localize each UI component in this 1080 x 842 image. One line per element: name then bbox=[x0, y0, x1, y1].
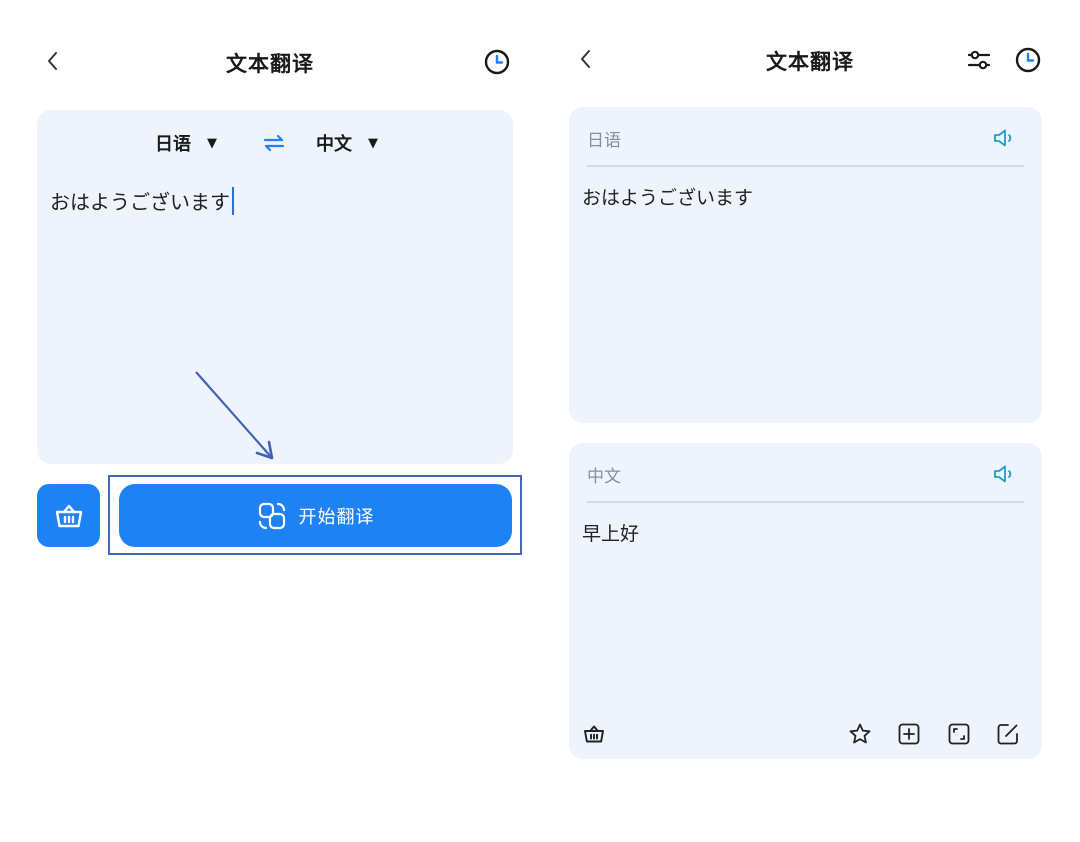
back-button[interactable] bbox=[573, 46, 599, 72]
history-button[interactable] bbox=[1013, 45, 1043, 75]
page-title: 文本翻译 bbox=[226, 52, 314, 76]
source-language-select[interactable]: 日语 ▼ bbox=[155, 128, 217, 158]
fullscreen-icon bbox=[948, 723, 970, 745]
language-bar: 日语 ▼ 中文 ▼ bbox=[37, 128, 513, 158]
header: 文本翻译 bbox=[0, 36, 540, 86]
start-translate-button[interactable]: 开始翻译 bbox=[119, 484, 512, 547]
clock-icon bbox=[1015, 47, 1041, 73]
divider bbox=[587, 165, 1024, 167]
clear-button[interactable] bbox=[37, 484, 100, 547]
clear-result-button[interactable] bbox=[579, 719, 609, 749]
basket-icon bbox=[55, 504, 82, 527]
source-card: 日语 おはようございます bbox=[569, 107, 1042, 423]
edit-icon bbox=[997, 724, 1018, 745]
settings-button[interactable] bbox=[964, 45, 994, 75]
back-button[interactable] bbox=[40, 48, 66, 74]
fullscreen-button[interactable] bbox=[944, 719, 974, 749]
clock-icon bbox=[484, 49, 510, 75]
source-text-value: おはようございます bbox=[50, 190, 230, 214]
page-title: 文本翻译 bbox=[766, 50, 854, 74]
right-screen: 文本翻译 日语 おはようございます 中文 早上好 bbox=[540, 0, 1080, 842]
swap-icon bbox=[263, 134, 285, 152]
edit-button[interactable] bbox=[993, 719, 1023, 749]
header: 文本翻译 bbox=[540, 36, 1080, 86]
caret-down-icon: ▼ bbox=[368, 135, 378, 151]
speaker-icon bbox=[994, 129, 1012, 147]
favorite-button[interactable] bbox=[845, 719, 875, 749]
result-card: 中文 早上好 bbox=[569, 443, 1042, 759]
result-card-text: 早上好 bbox=[582, 523, 640, 545]
result-speak-button[interactable] bbox=[992, 461, 1018, 487]
plus-square-icon bbox=[898, 723, 920, 745]
target-language-label: 中文 bbox=[316, 134, 352, 155]
sliders-icon bbox=[967, 50, 991, 70]
result-card-language: 中文 bbox=[587, 467, 621, 487]
divider bbox=[587, 501, 1024, 503]
star-icon bbox=[849, 723, 871, 744]
caret-down-icon: ▼ bbox=[207, 135, 217, 151]
basket-icon bbox=[584, 725, 604, 743]
chevron-left-icon bbox=[48, 52, 57, 70]
source-text-input[interactable]: おはようございます bbox=[50, 186, 234, 215]
history-button[interactable] bbox=[482, 47, 512, 77]
swap-languages-button[interactable] bbox=[259, 128, 289, 158]
source-language-label: 日语 bbox=[155, 134, 191, 155]
add-button[interactable] bbox=[894, 719, 924, 749]
target-language-select[interactable]: 中文 ▼ bbox=[316, 128, 378, 158]
left-screen: 文本翻译 日语 ▼ 中文 ▼ おはようございます 开始翻译 bbox=[0, 0, 540, 842]
translate-icon bbox=[258, 502, 285, 529]
translate-button-label: 开始翻译 bbox=[298, 506, 375, 528]
source-card-text: おはようございます bbox=[582, 187, 754, 209]
text-cursor bbox=[232, 186, 234, 215]
input-card: 日语 ▼ 中文 ▼ おはようございます bbox=[37, 110, 513, 464]
source-speak-button[interactable] bbox=[992, 125, 1018, 151]
chevron-left-icon bbox=[581, 50, 590, 68]
source-card-language: 日语 bbox=[587, 131, 621, 151]
speaker-icon bbox=[994, 465, 1012, 483]
